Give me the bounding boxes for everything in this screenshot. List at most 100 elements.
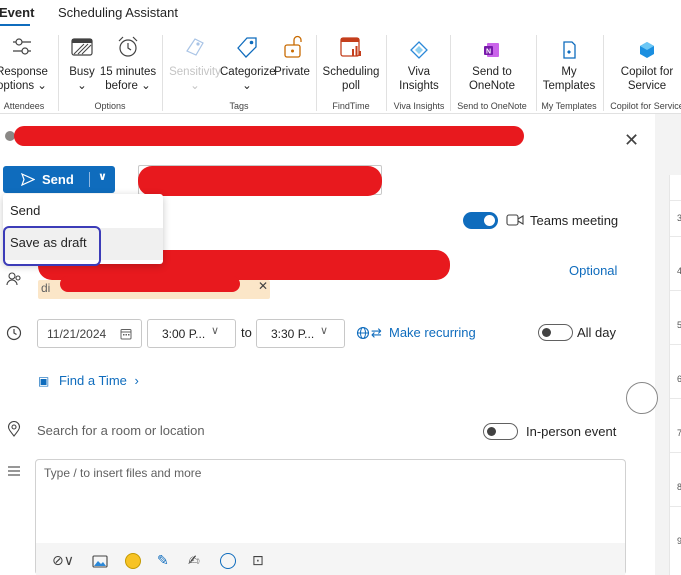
send-onenote-label-2: OneNote (468, 80, 516, 92)
find-a-time-link[interactable]: ▣ Find a Time › (38, 373, 139, 388)
body-placeholder: Type / to insert files and more (44, 466, 202, 480)
hour-label: 6 (677, 374, 681, 384)
send-split-button[interactable]: Send ∨ (3, 166, 115, 193)
group-options: Options (94, 101, 126, 111)
highlighter-icon[interactable]: ✎ (157, 552, 169, 569)
send-onenote-label-1: Send to (472, 66, 512, 78)
recurring-icon: ⇄ (371, 325, 382, 340)
save-draft-highlight-annotation (3, 226, 101, 266)
make-recurring-link[interactable]: ⇄ Make recurring (371, 325, 476, 340)
templates-icon (563, 41, 576, 59)
redacted-attendee-chip (60, 276, 240, 292)
group-send-to-onenote: Send to OneNote (457, 101, 527, 111)
group-tags: Tags (229, 101, 249, 111)
categorize-label: Categorize (220, 66, 276, 78)
viva-insights-label-1: Viva (407, 66, 431, 78)
group-attendees: Attendees (3, 101, 45, 111)
start-time-value: 3:00 P... (162, 327, 206, 341)
to-label: to (241, 325, 252, 340)
location-input[interactable]: Search for a room or location (37, 423, 205, 438)
my-templates-label-1: My (561, 66, 577, 78)
loop-icon[interactable] (220, 553, 236, 569)
redacted-title (138, 166, 382, 196)
send-to-onenote-button[interactable]: N Send to OneNote (456, 40, 528, 93)
hour-label: 4 (677, 266, 681, 276)
location-pin-icon (7, 421, 21, 437)
apps-icon[interactable]: ⊡ (252, 552, 264, 569)
group-my-templates: My Templates (541, 101, 597, 111)
categorize-button[interactable]: Categorize ⌄ (220, 34, 276, 93)
active-tab-indicator (0, 24, 30, 26)
sensitivity-label: Sensitivity (169, 66, 221, 78)
make-recurring-label: Make recurring (389, 325, 476, 340)
end-time-dropdown[interactable]: 3:30 P... ∨ (256, 319, 345, 348)
copilot-for-service-button[interactable]: Copilot for Service (608, 40, 681, 93)
hour-line (670, 200, 681, 201)
ribbon-separator (162, 35, 163, 111)
my-templates-label-2: Templates (542, 80, 596, 92)
reminder-dropdown[interactable]: 15 minutes before ⌄ (99, 34, 157, 93)
remove-attendee-icon[interactable]: ✕ (258, 279, 268, 293)
attach-icon[interactable]: ⊘∨ (52, 552, 74, 569)
menu-item-send[interactable]: Send (10, 203, 40, 218)
viva-insights-button[interactable]: Viva Insights (392, 40, 446, 93)
video-camera-icon (506, 214, 524, 226)
scheduling-poll-button[interactable]: Scheduling poll (321, 34, 381, 93)
scheduling-poll-label-2: poll (342, 80, 360, 92)
chevron-down-icon[interactable]: ∨ (98, 170, 107, 183)
response-options-label-1: Response (0, 66, 48, 78)
teams-meeting-label: Teams meeting (530, 213, 619, 228)
sensitivity-chevron: ⌄ (190, 80, 200, 92)
tab-event[interactable]: Event (0, 5, 34, 20)
hour-line (670, 398, 681, 399)
in-person-toggle[interactable] (483, 423, 518, 440)
response-options-button[interactable]: Response options ⌄ (0, 34, 48, 93)
sensitivity-button[interactable]: Sensitivity ⌄ (168, 34, 222, 93)
hour-label: 7 (677, 428, 681, 438)
group-copilot: Copilot for Service (610, 101, 681, 111)
date-picker[interactable]: 11/21/2024 (37, 319, 142, 348)
all-day-toggle[interactable] (538, 324, 573, 341)
my-templates-button[interactable]: My Templates (540, 40, 598, 93)
lock-icon (284, 35, 302, 58)
copilot-label-2: Service (627, 80, 667, 92)
attendees-icon (6, 272, 21, 286)
image-icon[interactable] (92, 555, 108, 568)
split-divider (89, 172, 90, 187)
tab-scheduling-assistant[interactable]: Scheduling Assistant (58, 5, 178, 20)
ribbon-separator (58, 35, 59, 111)
hour-label: 8 (677, 482, 681, 492)
globe-icon[interactable] (356, 326, 370, 340)
tag-icon (237, 37, 257, 58)
alarm-clock-icon (118, 36, 138, 57)
clock-icon (6, 325, 22, 341)
reminder-label-1: 15 minutes (99, 66, 157, 78)
send-button-label: Send (42, 172, 74, 187)
ribbon-separator (316, 35, 317, 111)
signature-icon[interactable]: ✍ (188, 552, 200, 569)
text-lines-icon (8, 466, 20, 476)
hour-label: 9 (677, 536, 681, 546)
categorize-chevron: ⌄ (242, 80, 252, 92)
teams-meeting-toggle[interactable] (463, 212, 498, 229)
private-button[interactable]: Private (274, 34, 310, 79)
hour-line (670, 236, 681, 237)
optional-attendees-link[interactable]: Optional (569, 263, 617, 278)
ribbon-separator (386, 35, 387, 111)
in-person-label: In-person event (526, 424, 617, 439)
busy-label: Busy (69, 66, 95, 78)
busy-dropdown[interactable]: Busy ⌄ (64, 34, 100, 93)
close-icon[interactable]: ✕ (624, 130, 639, 151)
ribbon-tabs: Event Scheduling Assistant (0, 0, 681, 28)
viva-insights-icon (410, 41, 428, 59)
group-viva-insights: Viva Insights (393, 101, 445, 111)
hour-label: 3 (677, 213, 681, 223)
emoji-icon[interactable] (125, 553, 141, 569)
svg-text:N: N (486, 49, 491, 56)
private-label: Private (274, 66, 310, 78)
start-time-dropdown[interactable]: 3:00 P... ∨ (147, 319, 236, 348)
floating-circle-button[interactable] (626, 382, 658, 414)
reminder-label-2: before ⌄ (105, 80, 151, 92)
response-options-icon (13, 38, 31, 55)
find-time-icon: ▣ (38, 374, 50, 388)
